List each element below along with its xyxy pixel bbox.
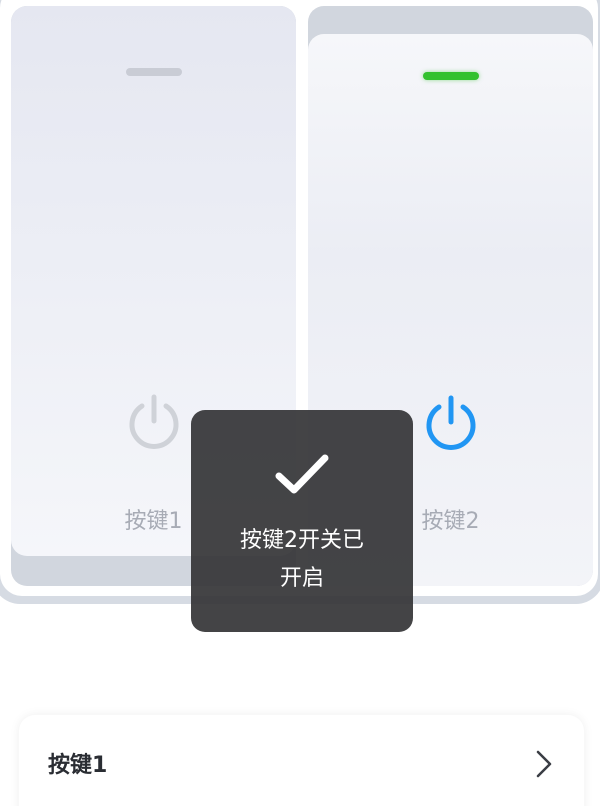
toast-text: 按键2开关已 开启	[211, 522, 393, 598]
power-icon	[129, 394, 178, 449]
toast-line-2: 开启	[279, 566, 324, 591]
toast-message: 按键2开关已 开启	[191, 410, 413, 632]
key-1-indicator	[125, 68, 182, 76]
switch-control-page: 按键1 按键2 按键2开关已 开启 按键1	[0, 0, 600, 806]
list-item-label: 按键1	[48, 753, 108, 778]
chevron-right-icon	[536, 750, 552, 778]
power-icon	[426, 395, 475, 450]
list-item[interactable]: 按键1	[19, 715, 584, 806]
checkmark-icon	[275, 454, 329, 494]
toast-line-1: 按键2开关已	[240, 528, 364, 553]
key-2-indicator	[422, 72, 479, 80]
